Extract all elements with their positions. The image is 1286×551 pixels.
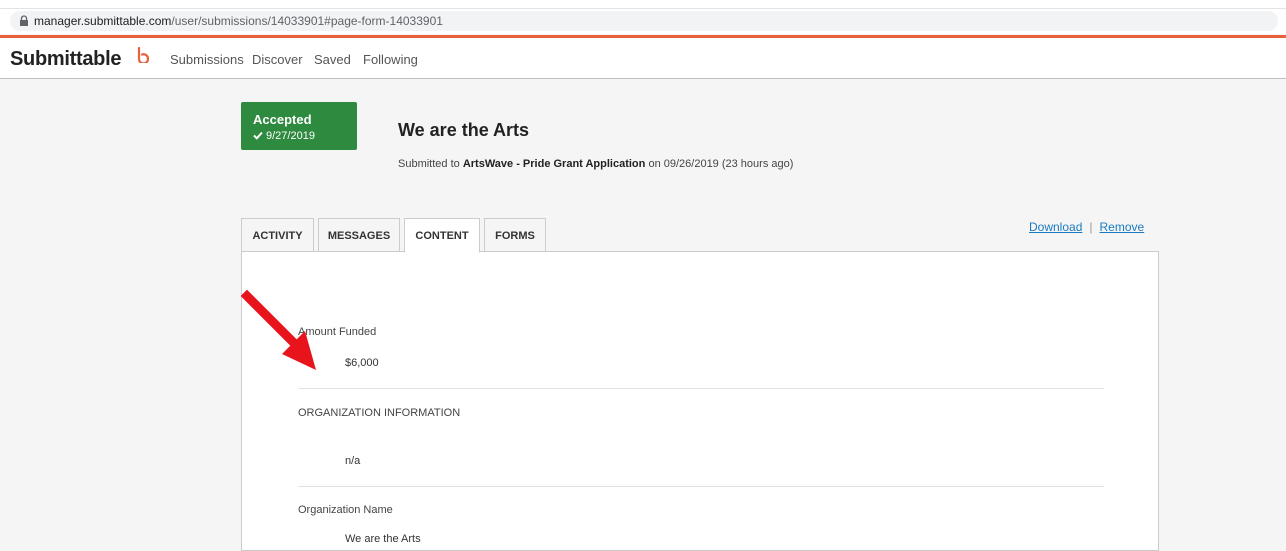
tab-activity[interactable]: ACTIVITY [241,218,314,252]
url-path: /user/submissions/14033901#page-form-140… [171,14,443,28]
red-arrow-annotation [240,289,316,370]
content-panel: Amount Funded $6,000 ORGANIZATION INFORM… [241,251,1159,551]
status-badge: Accepted 9/27/2019 [241,102,357,150]
field-value-amount-funded: $6,000 [345,357,379,369]
nav-discover[interactable]: Discover [252,52,303,67]
remove-link[interactable]: Remove [1100,220,1145,234]
action-separator: | [1089,220,1093,234]
url-domain: manager.submittable.com [34,14,172,28]
submission-title: We are the Arts [398,120,530,140]
submitted-suffix: on 09/26/2019 (23 hours ago) [648,158,794,170]
field-divider [298,388,1104,389]
status-date: 9/27/2019 [266,130,315,142]
submission-actions: Download | Remove [1029,220,1144,234]
field-label-organization-name: Organization Name [298,504,393,516]
submitted-prefix: Submitted to [398,158,460,170]
tab-content[interactable]: CONTENT [404,218,480,253]
brand-logo-text[interactable]: Submittable [10,48,121,71]
tab-forms[interactable]: FORMS [484,218,546,252]
download-link[interactable]: Download [1029,220,1082,234]
status-label: Accepted [253,112,312,127]
status-date-row: 9/27/2019 [253,130,315,142]
nav-saved[interactable]: Saved [314,52,351,67]
field-value-organization-name: We are the Arts [345,533,421,545]
submission-meta: Submitted to ArtsWave - Pride Grant Appl… [398,158,793,170]
url-text: manager.submittable.com/user/submissions… [34,11,443,31]
url-field[interactable]: manager.submittable.com/user/submissions… [10,11,1278,31]
nav-following[interactable]: Following [363,52,418,67]
top-navigation: Submittable Submissions Discover Saved F… [0,38,1286,79]
brand-logo-icon [137,47,150,63]
field-divider [298,486,1104,487]
form-name: ArtsWave - Pride Grant Application [462,158,646,170]
browser-address-bar: manager.submittable.com/user/submissions… [0,0,1286,34]
checkmark-icon [253,131,263,140]
browser-tab-strip [0,0,1286,9]
lock-icon [20,15,28,26]
nav-submissions[interactable]: Submissions [170,52,244,67]
field-value-organization-information: n/a [345,455,361,467]
field-label-organization-information: ORGANIZATION INFORMATION [298,407,461,419]
tab-messages[interactable]: MESSAGES [318,218,400,252]
